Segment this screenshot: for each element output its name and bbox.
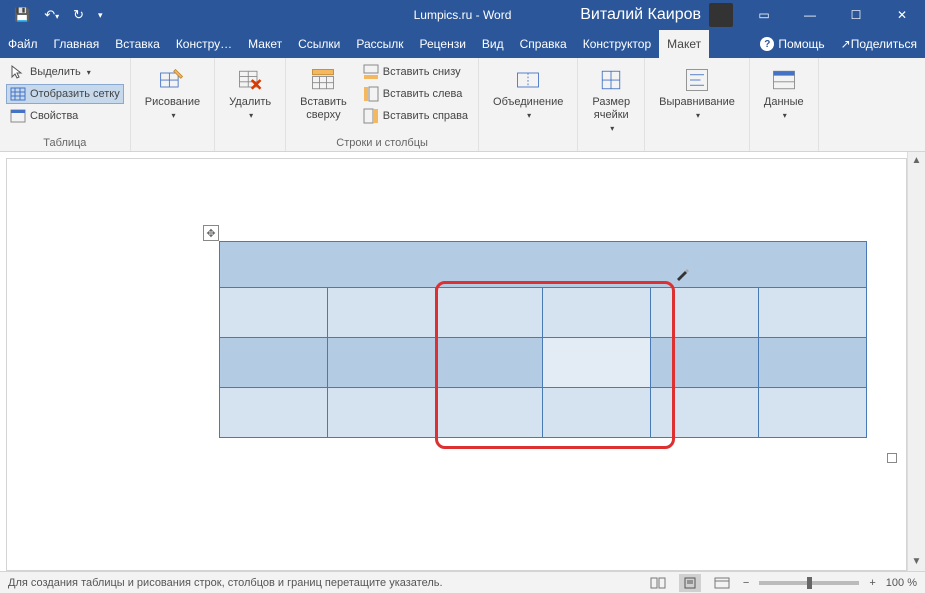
select-button[interactable]: Выделить▾ [6,62,124,82]
quick-access-toolbar: 💾 ↶▾ ↻ ▾ [0,7,117,23]
qat-customize-icon[interactable]: ▾ [98,10,103,21]
tab-tell-me[interactable]: ?Помощь [752,30,832,58]
draw-table-icon [158,66,186,94]
group-draw: Рисование▾ [131,58,215,151]
ribbon-tabs: Файл Главная Вставка Констру… Макет Ссыл… [0,30,925,58]
redo-icon[interactable]: ↻ [73,7,84,23]
cursor-icon [10,64,26,80]
insert-below-button[interactable]: Вставить снизу [359,62,472,82]
tab-view[interactable]: Вид [474,30,512,58]
cell-size-button[interactable]: Размер ячейки▾ [584,62,638,138]
view-print-icon[interactable] [679,574,701,592]
save-icon[interactable]: 💾 [14,7,30,23]
zoom-level[interactable]: 100 % [886,577,917,589]
delete-table-icon [236,66,264,94]
zoom-slider[interactable] [759,581,859,585]
user-name[interactable]: Виталий Каиров [580,6,701,24]
table-move-handle[interactable]: ✥ [203,225,219,241]
grid-icon [10,86,26,102]
insert-right-button[interactable]: Вставить справа [359,106,472,126]
tab-mailings[interactable]: Рассылк [348,30,411,58]
status-hint: Для создания таблицы и рисования строк, … [8,577,443,589]
avatar[interactable] [709,3,733,27]
insert-right-icon [363,108,379,124]
merge-icon [514,66,542,94]
insert-above-icon [309,66,337,94]
undo-icon[interactable]: ↶▾ [44,7,59,23]
help-icon: ? [760,37,774,51]
group-merge: Объединение▾ [479,58,578,151]
alignment-button[interactable]: Выравнивание▾ [651,62,743,125]
titlebar: 💾 ↶▾ ↻ ▾ Lumpics.ru - Word Виталий Каиро… [0,0,925,30]
tab-references[interactable]: Ссылки [290,30,348,58]
view-gridlines-button[interactable]: Отобразить сетку [6,84,124,104]
word-table[interactable] [219,241,867,438]
tab-design[interactable]: Констру… [168,30,240,58]
tab-table-layout[interactable]: Макет [659,30,709,58]
group-rows-columns: Вставить сверху Вставить снизу Вставить … [286,58,479,151]
window-title: Lumpics.ru - Word [414,8,512,22]
insert-left-button[interactable]: Вставить слева [359,84,472,104]
page: ✥ [55,171,867,571]
maximize-button[interactable]: ☐ [833,0,879,30]
pen-cursor-icon [675,267,689,281]
group-data: Данные▾ [750,58,819,151]
data-button[interactable]: Данные▾ [756,62,812,125]
group-label-rows-cols: Строки и столбцы [292,135,472,149]
alignment-icon [683,66,711,94]
properties-button[interactable]: Свойства [6,106,124,126]
tab-insert[interactable]: Вставка [107,30,168,58]
tab-help[interactable]: Справка [512,30,575,58]
group-delete: Удалить▾ [215,58,286,151]
scroll-down-icon[interactable]: ▼ [908,553,925,571]
insert-left-icon [363,86,379,102]
ribbon-options-icon[interactable]: ▭ [741,0,787,30]
tab-share[interactable]: ↗ Поделиться [833,30,925,58]
cell-size-icon [597,66,625,94]
zoom-in-button[interactable]: + [869,577,875,589]
data-icon [770,66,798,94]
close-button[interactable]: ✕ [879,0,925,30]
group-cell-size: Размер ячейки▾ [578,58,645,151]
minimize-button[interactable]: ― [787,0,833,30]
tab-file[interactable]: Файл [0,30,46,58]
tab-review[interactable]: Рецензи [412,30,474,58]
table-resize-handle[interactable] [887,453,897,463]
merge-button[interactable]: Объединение▾ [485,62,571,125]
view-web-icon[interactable] [711,574,733,592]
scroll-up-icon[interactable]: ▲ [908,152,925,170]
tab-table-design[interactable]: Конструктор [575,30,659,58]
zoom-out-button[interactable]: − [743,577,749,589]
draw-table-button[interactable]: Рисование▾ [137,62,208,125]
statusbar: Для создания таблицы и рисования строк, … [0,571,925,593]
ribbon: Выделить▾ Отобразить сетку Свойства Табл… [0,58,925,152]
delete-button[interactable]: Удалить▾ [221,62,279,125]
vertical-scrollbar[interactable]: ▲ ▼ [907,152,925,571]
document-area[interactable]: ✥ [6,158,907,571]
group-table: Выделить▾ Отобразить сетку Свойства Табл… [0,58,131,151]
group-label-table: Таблица [6,135,124,149]
insert-above-button[interactable]: Вставить сверху [292,62,355,126]
tab-home[interactable]: Главная [46,30,108,58]
tab-layout[interactable]: Макет [240,30,290,58]
view-read-icon[interactable] [647,574,669,592]
properties-icon [10,108,26,124]
group-alignment: Выравнивание▾ [645,58,750,151]
insert-below-icon [363,64,379,80]
